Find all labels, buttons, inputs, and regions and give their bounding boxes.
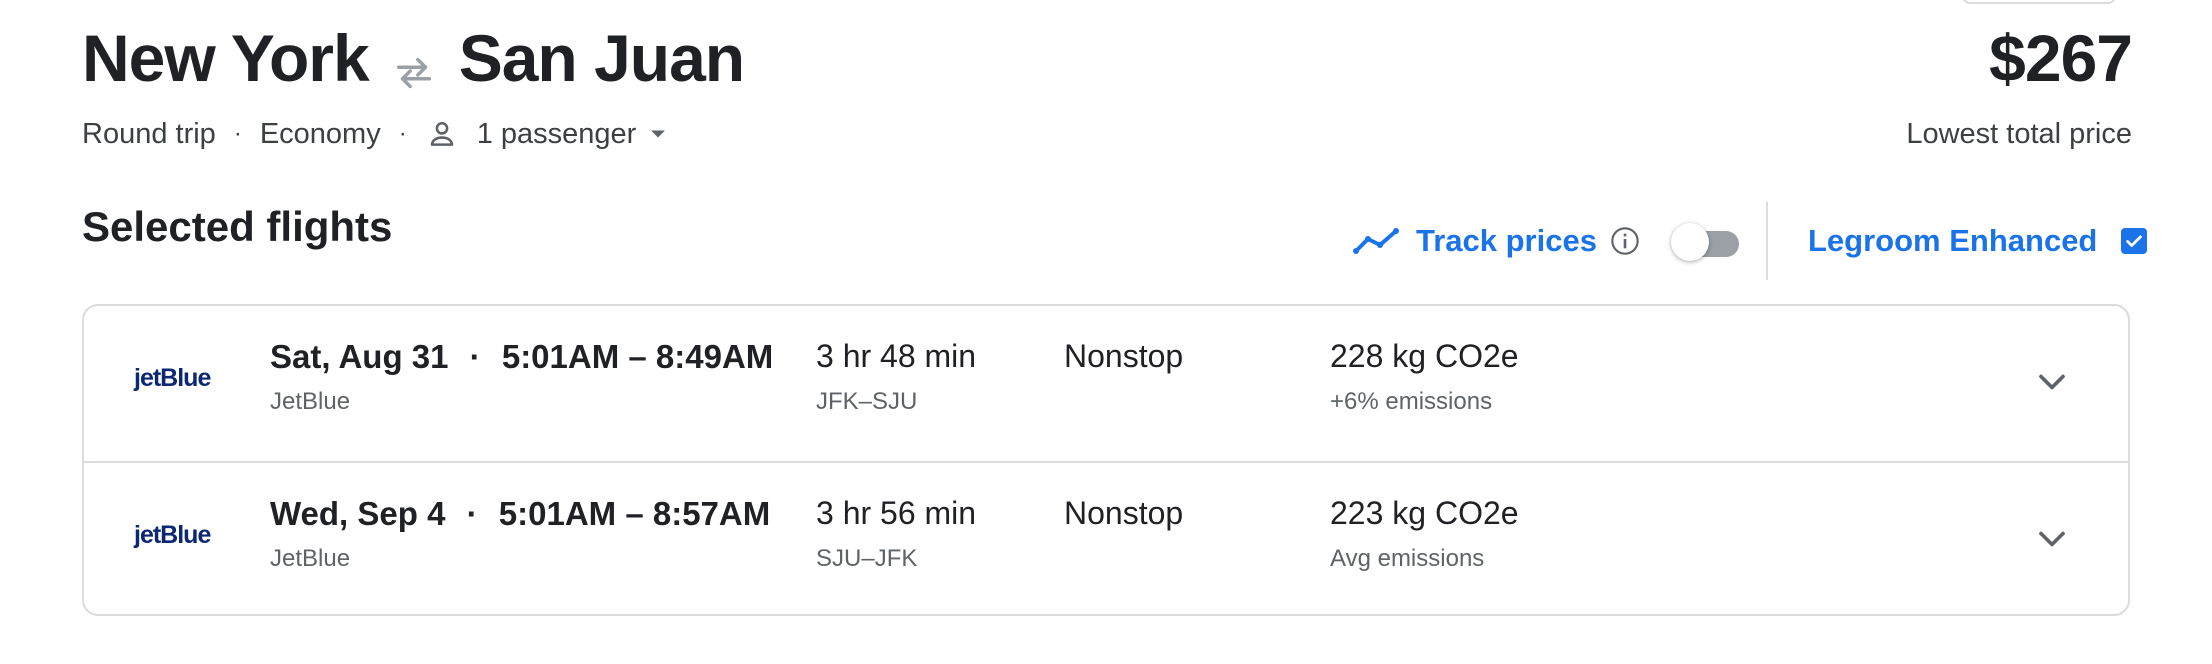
selected-flights-list: jetBlue Sat, Aug 31 · 5:01AM – 8:49AM Je… [82, 304, 2130, 616]
flight-date: Sat, Aug 31 [270, 338, 449, 375]
flight-co2: 228 kg CO2e [1330, 338, 1519, 374]
route-title: New York San Juan [82, 18, 745, 98]
flight-row[interactable]: jetBlue Wed, Sep 4 · 5:01AM – 8:57AM Jet… [84, 461, 2128, 614]
top-tab-edge [1962, 0, 2116, 4]
section-title: Selected flights [82, 203, 393, 250]
flight-date: Wed, Sep 4 [270, 495, 446, 532]
flight-duration: 3 hr 48 min [816, 338, 977, 374]
flight-stops: Nonstop [1064, 338, 1184, 374]
flight-row[interactable]: jetBlue Sat, Aug 31 · 5:01AM – 8:49AM Je… [84, 306, 2128, 461]
separator-dot: · [466, 495, 478, 532]
airline-logo: jetBlue [134, 521, 211, 549]
flight-co2: 223 kg CO2e [1330, 495, 1519, 531]
lowest-price-label: Lowest total price [1906, 117, 2132, 150]
flight-airports: JFK–SJU [816, 388, 918, 415]
flight-time-range: 5:01AM – 8:49AM [501, 338, 774, 375]
flight-emissions: Avg emissions [1330, 545, 1485, 572]
chevron-down-icon[interactable] [2030, 517, 2074, 561]
flight-times: Wed, Sep 4 · 5:01AM – 8:57AM [270, 495, 770, 533]
track-prices-toggle[interactable] [1670, 221, 1741, 261]
info-icon[interactable] [1609, 225, 1641, 257]
legroom-filter: Legroom Enhanced [1808, 216, 2148, 266]
flight-time-range: 5:01AM – 8:57AM [498, 495, 771, 532]
airline-name: JetBlue [270, 388, 351, 415]
swap-arrows-icon [391, 35, 437, 89]
airline-name: JetBlue [270, 545, 351, 572]
flight-stops: Nonstop [1064, 495, 1184, 531]
toggle-knob [1670, 223, 1709, 261]
lowest-price: $267 [1989, 21, 2133, 95]
passenger-count-label: 1 passenger [476, 117, 637, 150]
separator-dot: · [398, 120, 407, 147]
caret-down-icon [644, 120, 672, 148]
track-prices-label[interactable]: Track prices [1416, 223, 1597, 259]
flight-times: Sat, Aug 31 · 5:01AM – 8:49AM [270, 338, 773, 376]
trip-summary: Round trip · Economy · 1 passenger [82, 114, 672, 154]
flight-duration: 3 hr 56 min [816, 495, 977, 531]
legroom-label[interactable]: Legroom Enhanced [1808, 223, 2097, 259]
separator-dot: · [469, 338, 481, 375]
separator-dot: · [233, 120, 242, 147]
trend-line-icon [1352, 225, 1400, 257]
checkmark-icon [2126, 235, 2143, 247]
track-prices: Track prices [1352, 216, 1741, 266]
flight-airports: SJU–JFK [816, 545, 918, 572]
destination-city: San Juan [458, 21, 745, 95]
trip-type: Round trip [82, 117, 216, 150]
legroom-checkbox[interactable] [2121, 228, 2148, 254]
flight-emissions: +6% emissions [1330, 388, 1493, 415]
passenger-count-button[interactable]: 1 passenger [477, 118, 673, 151]
cabin-class: Economy [259, 117, 381, 150]
person-icon [425, 117, 459, 151]
airline-logo: jetBlue [134, 364, 211, 392]
chevron-down-icon[interactable] [2030, 360, 2074, 404]
vertical-divider [1766, 202, 1768, 280]
origin-city: New York [82, 21, 370, 95]
